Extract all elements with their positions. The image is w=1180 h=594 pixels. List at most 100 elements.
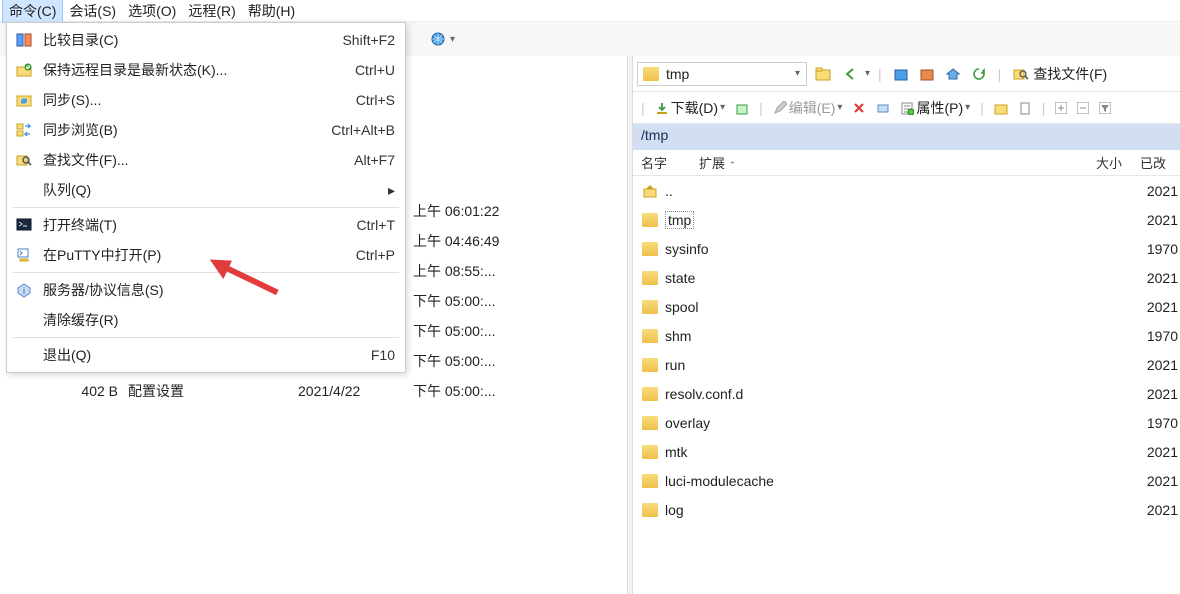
table-row[interactable]: overlay 1970 [633, 408, 1180, 437]
col-ext[interactable]: 扩展 ⌃ [699, 153, 759, 172]
new-folder-button[interactable] [990, 100, 1012, 116]
list-item[interactable]: 402 B配置设置2021/4/22下午 05:00:... [58, 376, 627, 406]
right-pane: tmp ▾ ▾ | | 查找文件(F) | 下载(D) ▾ [633, 56, 1180, 594]
bookmark-button[interactable] [916, 66, 938, 82]
menu-label: 退出(Q) [43, 345, 351, 365]
remote-path-select[interactable]: tmp ▾ [637, 62, 807, 86]
menu-label: 比较目录(C) [43, 30, 322, 50]
find-files-button[interactable]: 查找文件(F) [1009, 63, 1111, 85]
table-row[interactable]: luci-modulecache 2021 [633, 466, 1180, 495]
menu-remote[interactable]: 远程(R) [182, 0, 241, 22]
menu-label: 服务器/协议信息(S) [43, 280, 375, 300]
remote-path-text: tmp [666, 66, 689, 82]
download-button[interactable]: 下载(D) ▾ [651, 97, 729, 119]
menu-label: 保持远程目录是最新状态(K)... [43, 60, 335, 80]
minus-button[interactable] [1073, 101, 1093, 115]
menu-label: 打开终端(T) [43, 215, 337, 235]
menu-label: 队列(Q) [43, 180, 368, 200]
rename-button[interactable] [872, 100, 894, 116]
menu-clear-cache[interactable]: 清除缓存(R) [9, 305, 403, 335]
menu-help[interactable]: 帮助(H) [242, 0, 301, 22]
menu-options[interactable]: 选项(O) [122, 0, 182, 22]
menu-command[interactable]: 命令(C) [2, 0, 63, 23]
folder-icon [641, 211, 659, 229]
table-row[interactable]: log 2021 [633, 495, 1180, 524]
folder-icon [641, 414, 659, 432]
table-row[interactable]: .. 2021 [633, 176, 1180, 205]
reload-button[interactable] [968, 66, 990, 82]
delete-button[interactable] [848, 100, 870, 116]
table-row[interactable]: tmp 2021 [633, 205, 1180, 234]
nav-back-button[interactable] [839, 66, 861, 82]
menu-label: 同步浏览(B) [43, 120, 311, 140]
menu-sync[interactable]: 同步(S)... Ctrl+S [9, 85, 403, 115]
home-button[interactable] [942, 66, 964, 82]
search-icon [13, 149, 35, 171]
col-size[interactable]: 大小 [1096, 153, 1140, 172]
filter-button[interactable] [1095, 101, 1115, 115]
remote-list-header[interactable]: 名字 扩展 ⌃ 大小 已改 [633, 150, 1180, 176]
menu-open-terminal[interactable]: 打开终端(T) Ctrl+T [9, 210, 403, 240]
menu-compare-dirs[interactable]: 比较目录(C) Shift+F2 [9, 25, 403, 55]
table-row[interactable]: resolv.conf.d 2021 [633, 379, 1180, 408]
menu-session[interactable]: 会话(S) [63, 0, 122, 22]
menu-exit[interactable]: 退出(Q) F10 [9, 340, 403, 370]
menu-label: 查找文件(F)... [43, 150, 334, 170]
submenu-arrow: ▸ [388, 182, 395, 199]
properties-button[interactable]: 属性(P) ▾ [896, 97, 974, 119]
menu-shortcut: Ctrl+S [356, 92, 395, 108]
menu-find-files[interactable]: 查找文件(F)... Alt+F7 [9, 145, 403, 175]
plus-button[interactable] [1051, 101, 1071, 115]
refresh-button[interactable] [890, 66, 912, 82]
folder-icon [641, 269, 659, 287]
folder-icon [641, 356, 659, 374]
menu-separator [13, 207, 399, 208]
terminal-icon [13, 214, 35, 236]
menu-separator [13, 272, 399, 273]
compare-icon [13, 29, 35, 51]
edit-button[interactable]: 编辑(E) ▾ [769, 97, 847, 119]
remote-address-bar: tmp ▾ ▾ | | 查找文件(F) [633, 56, 1180, 92]
up-dir-icon [641, 182, 659, 200]
menu-shortcut: Shift+F2 [342, 32, 395, 48]
folder-icon [641, 443, 659, 461]
table-row[interactable]: spool 2021 [633, 292, 1180, 321]
table-row[interactable]: state 2021 [633, 263, 1180, 292]
remote-current-path[interactable]: /tmp [633, 124, 1180, 150]
table-row[interactable]: sysinfo 1970 [633, 234, 1180, 263]
folder-icon [641, 327, 659, 345]
edit-label: 编辑(E) [789, 98, 836, 118]
menu-shortcut: Ctrl+Alt+B [331, 122, 395, 138]
blank-icon [13, 179, 35, 201]
menu-keep-updated[interactable]: 保持远程目录是最新状态(K)... Ctrl+U [9, 55, 403, 85]
keepup-icon [13, 59, 35, 81]
folder-icon [642, 65, 660, 83]
menu-server-info[interactable]: i 服务器/协议信息(S) [9, 275, 403, 305]
table-row[interactable]: mtk 2021 [633, 437, 1180, 466]
col-name[interactable]: 名字 [641, 153, 699, 172]
remote-file-list: .. 2021 tmp 2021 sysinfo 1970 state 2021… [633, 176, 1180, 594]
folder-icon [641, 501, 659, 519]
table-row[interactable]: shm 1970 [633, 321, 1180, 350]
folder-icon [641, 240, 659, 258]
table-row[interactable]: run 2021 [633, 350, 1180, 379]
menu-open-in-putty[interactable]: 在PuTTY中打开(P) Ctrl+P [9, 240, 403, 270]
menu-queue[interactable]: 队列(Q) ▸ [9, 175, 403, 205]
info-icon: i [13, 279, 35, 301]
menu-shortcut: Ctrl+T [357, 217, 396, 233]
upload-inline-button[interactable] [731, 100, 753, 116]
new-file-button[interactable] [1014, 100, 1036, 116]
menu-label: 清除缓存(R) [43, 310, 375, 330]
col-changed[interactable]: 已改 [1140, 153, 1180, 172]
putty-icon [13, 244, 35, 266]
command-dropdown: 比较目录(C) Shift+F2 保持远程目录是最新状态(K)... Ctrl+… [6, 22, 406, 373]
folder-icon [641, 298, 659, 316]
menu-shortcut: Alt+F7 [354, 152, 395, 168]
menubar: 命令(C) 会话(S) 选项(O) 远程(R) 帮助(H) [0, 0, 1180, 22]
menu-label: 同步(S)... [43, 90, 336, 110]
globe-icon[interactable]: ▾ [430, 31, 455, 47]
menu-sync-browse[interactable]: 同步浏览(B) Ctrl+Alt+B [9, 115, 403, 145]
open-dir-button[interactable] [811, 66, 835, 82]
properties-label: 属性(P) [916, 98, 963, 118]
chevron-down-icon: ▾ [795, 68, 800, 79]
